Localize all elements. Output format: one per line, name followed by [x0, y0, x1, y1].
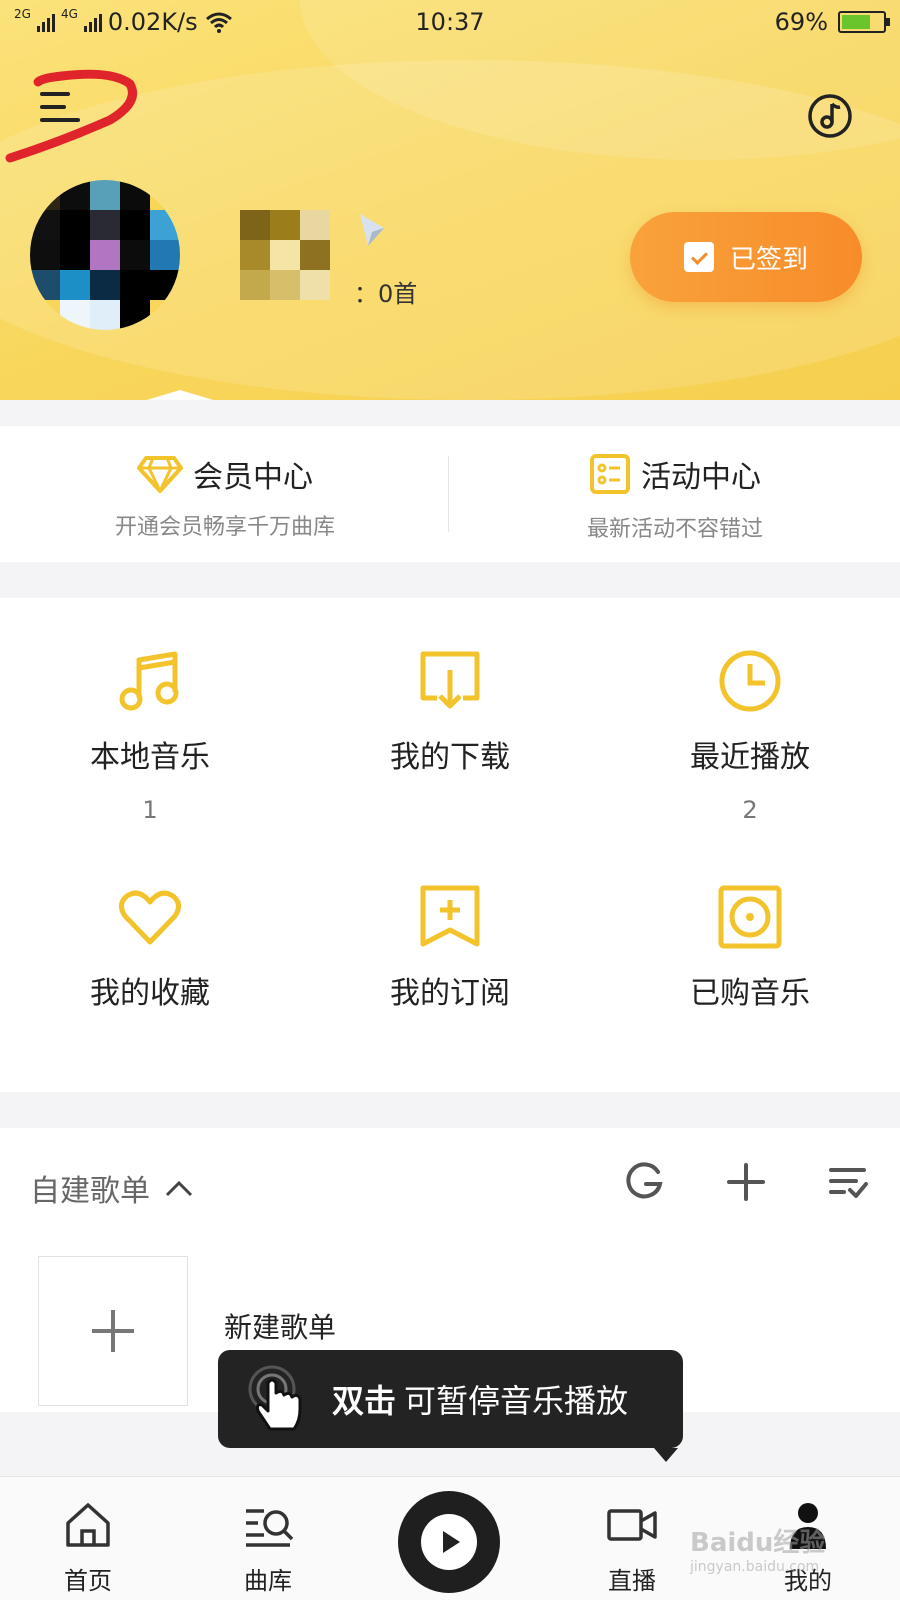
tab-label: 直播	[608, 1567, 656, 1595]
menu-line	[40, 105, 66, 109]
grid-item-subscriptions[interactable]: 我的订阅	[300, 882, 600, 1062]
grid-label: 我的收藏	[90, 976, 210, 1011]
toast-text: 双击 可暂停音乐播放	[332, 1376, 628, 1422]
grid-item-local-music[interactable]: 本地音乐 1	[0, 646, 300, 826]
divider	[448, 456, 449, 532]
profile-header: 2G 4G 0.02K/s 10:37 69% ：0首 已签到	[0, 0, 900, 400]
grid-item-recent[interactable]: 最近播放 2	[600, 646, 900, 826]
play-triangle-icon	[443, 1531, 460, 1553]
tab-label: 曲库	[244, 1567, 292, 1595]
new-playlist-button[interactable]	[38, 1256, 188, 1406]
tab-label: 首页	[64, 1567, 112, 1595]
battery-fill	[842, 15, 870, 29]
grid-count: 2	[742, 796, 758, 824]
avatar[interactable]	[30, 180, 180, 330]
manage-playlist-icon[interactable]	[826, 1160, 870, 1204]
plus-icon	[92, 1310, 134, 1352]
header-pointer	[140, 390, 220, 400]
activity-center[interactable]: 活动中心 最新活动不容错过	[450, 452, 900, 543]
grid-count	[300, 1032, 600, 1062]
toast-message: 可暂停音乐播放	[404, 1382, 629, 1420]
menu-line	[40, 92, 70, 96]
video-camera-icon	[607, 1509, 657, 1541]
watermark-text: Baidu经验	[690, 1528, 826, 1558]
username-pixelated	[240, 210, 330, 300]
checkin-button[interactable]: 已签到	[630, 212, 862, 302]
download-icon	[420, 651, 480, 709]
grid-label: 我的订阅	[390, 976, 510, 1011]
add-playlist-icon[interactable]	[724, 1160, 768, 1204]
watermark: Baidu经验 jingyan.baidu.com	[690, 1522, 825, 1575]
member-center-subtitle: 开通会员畅享千万曲库	[114, 515, 335, 540]
menu-button[interactable]	[40, 92, 88, 138]
checklist-icon	[590, 454, 630, 494]
tab-live[interactable]: 直播	[572, 1499, 692, 1596]
grid-count	[600, 1032, 900, 1062]
hand-tap-icon	[248, 1365, 302, 1431]
activity-center-subtitle: 最新活动不容错过	[586, 517, 763, 542]
heart-icon	[119, 890, 181, 945]
grid-count	[0, 1032, 300, 1062]
playlist-section-title: 自建歌单	[30, 1174, 150, 1209]
playlist-section-header[interactable]: 自建歌单	[30, 1166, 194, 1210]
double-tap-toast: 双击 可暂停音乐播放	[218, 1350, 683, 1462]
grid-count	[300, 796, 600, 826]
music-circle-icon[interactable]	[806, 92, 854, 140]
import-playlist-icon[interactable]	[622, 1160, 666, 1204]
watermark-sub: jingyan.baidu.com	[690, 1559, 820, 1575]
checkin-icon	[683, 242, 714, 272]
status-right: 69%	[774, 8, 890, 36]
function-grid: 本地音乐 1 我的下载 最近播放 2 我的收藏 我的订阅 已购音乐	[0, 598, 900, 1092]
status-time: 10:37	[415, 8, 485, 36]
grid-label: 已购音乐	[690, 976, 810, 1011]
tab-library[interactable]: 曲库	[208, 1499, 328, 1596]
disc-icon	[718, 885, 782, 949]
grid-label: 最近播放	[690, 740, 810, 775]
toast-bold: 双击	[332, 1382, 397, 1420]
music-note-icon	[119, 651, 179, 711]
play-icon	[421, 1514, 477, 1570]
grid-count: 1	[142, 796, 158, 824]
clock-icon	[719, 650, 781, 712]
home-icon	[66, 1503, 110, 1547]
grid-label: 我的下载	[390, 740, 510, 775]
chevron-up-icon	[165, 1180, 193, 1197]
activity-center-title: 活动中心	[641, 460, 761, 495]
grid-item-purchased[interactable]: 已购音乐	[600, 882, 900, 1062]
grid-label: 本地音乐	[90, 740, 210, 775]
playlist-actions	[622, 1160, 870, 1204]
member-activity-card: 会员中心 开通会员畅享千万曲库 活动中心 最新活动不容错过	[0, 426, 900, 562]
menu-line	[40, 118, 80, 122]
member-center[interactable]: 会员中心 开通会员畅享千万曲库	[0, 452, 450, 541]
grid-item-downloads[interactable]: 我的下载	[300, 646, 600, 826]
tab-home[interactable]: 首页	[28, 1499, 148, 1596]
battery-icon	[838, 11, 890, 33]
diamond-icon	[137, 456, 183, 493]
checkin-label: 已签到	[729, 244, 808, 275]
play-button[interactable]	[398, 1491, 500, 1593]
vip-badge-icon	[360, 214, 384, 246]
song-count: ：0首	[354, 280, 418, 308]
library-search-icon	[246, 1509, 294, 1547]
bookmark-plus-icon	[420, 885, 480, 947]
battery-percent: 69%	[774, 8, 828, 36]
grid-item-favorites[interactable]: 我的收藏	[0, 882, 300, 1062]
member-center-title: 会员中心	[193, 460, 313, 495]
status-bar: 2G 4G 0.02K/s 10:37 69%	[0, 0, 900, 44]
new-playlist-label[interactable]: 新建歌单	[224, 1306, 336, 1346]
